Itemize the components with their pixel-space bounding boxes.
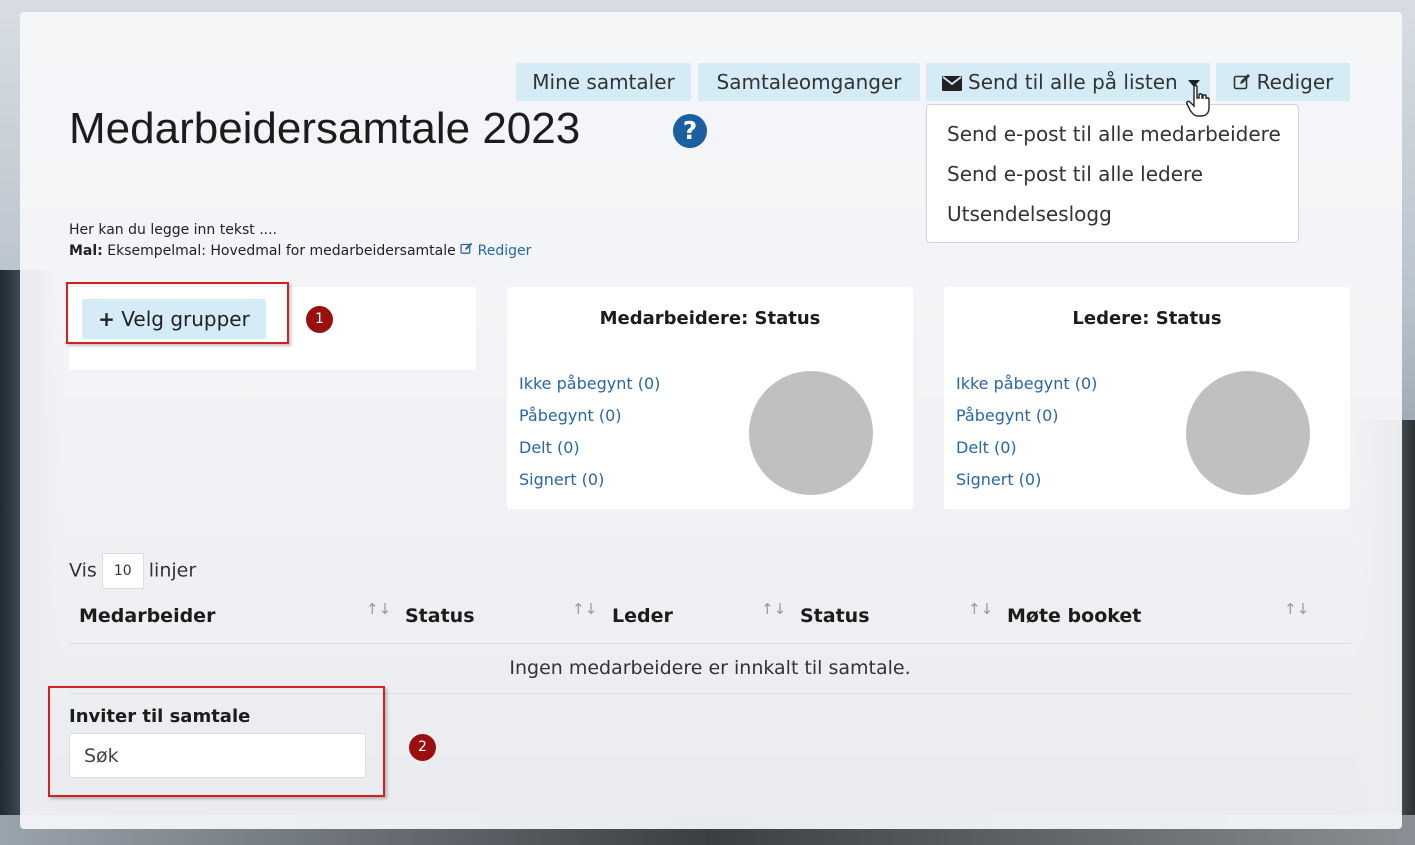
rediger-button[interactable]: Rediger <box>1216 63 1350 101</box>
hand-cursor-icon <box>1186 84 1212 122</box>
table-empty-message: Ingen medarbeidere er innkalt til samtal… <box>509 657 911 679</box>
medarbeidere-pabegynt-link[interactable]: Påbegynt (0) <box>519 406 622 425</box>
ledere-delt-link[interactable]: Delt (0) <box>956 438 1017 457</box>
template-edit-label: Rediger <box>477 243 532 259</box>
medarbeidere-status-title: Medarbeidere: Status <box>599 308 821 329</box>
sort-icon[interactable]: ↑↓ <box>366 600 391 618</box>
send-dropdown-menu: Send e-post til alle medarbeidere Send e… <box>926 104 1299 243</box>
sort-icon[interactable]: ↑↓ <box>968 600 993 618</box>
highlight-box-2 <box>48 686 385 797</box>
highlight-box-1 <box>66 282 289 344</box>
template-label: Mal: <box>69 243 103 259</box>
template-line: Mal: Eksempelmal: Hovedmal for medarbeid… <box>69 242 531 259</box>
edit-icon <box>460 242 473 259</box>
ledere-status-title: Ledere: Status <box>1072 308 1222 329</box>
dropdown-item-email-ledere[interactable]: Send e-post til alle ledere <box>947 162 1203 186</box>
page-title: Medarbeidersamtale 2023 <box>69 104 581 153</box>
sort-icon[interactable]: ↑↓ <box>1284 600 1309 618</box>
medarbeidere-delt-link[interactable]: Delt (0) <box>519 438 580 457</box>
envelope-icon <box>942 65 962 103</box>
medarbeidere-ikke-pabegynt-link[interactable]: Ikke påbegynt (0) <box>519 374 660 393</box>
ledere-pie-chart <box>1186 371 1310 495</box>
table-header-divider <box>69 643 1351 644</box>
sort-icon[interactable]: ↑↓ <box>761 600 786 618</box>
step-marker-1: 1 <box>306 306 333 333</box>
column-header-medarbeider[interactable]: Medarbeider <box>79 605 215 627</box>
template-edit-link[interactable]: Rediger <box>460 242 532 259</box>
ledere-status-card: Ledere: Status Ikke påbegynt (0) Påbegyn… <box>944 287 1350 509</box>
send-til-alle-label: Send til alle på listen <box>968 70 1178 94</box>
ledere-ikke-pabegynt-link[interactable]: Ikke påbegynt (0) <box>956 374 1097 393</box>
dropdown-item-email-medarbeidere[interactable]: Send e-post til alle medarbeidere <box>947 122 1281 146</box>
page-length-suffix: linjer <box>148 559 197 582</box>
column-header-status-medarbeider[interactable]: Status <box>405 605 475 627</box>
page-length-prefix: Vis <box>69 559 97 582</box>
medarbeidere-status-card: Medarbeidere: Status Ikke påbegynt (0) P… <box>507 287 913 509</box>
column-header-leder[interactable]: Leder <box>612 605 673 627</box>
send-til-alle-button[interactable]: Send til alle på listen <box>926 63 1210 101</box>
mine-samtaler-button[interactable]: Mine samtaler <box>516 63 691 101</box>
ledere-pabegynt-link[interactable]: Påbegynt (0) <box>956 406 1059 425</box>
rediger-label: Rediger <box>1256 70 1334 94</box>
dropdown-item-utsendelseslogg[interactable]: Utsendelseslogg <box>947 202 1112 226</box>
medarbeidere-pie-chart <box>749 371 873 495</box>
mine-samtaler-label: Mine samtaler <box>532 70 675 94</box>
template-value: Eksempelmal: Hovedmal for medarbeidersam… <box>107 243 456 259</box>
sort-icon[interactable]: ↑↓ <box>572 600 597 618</box>
description-text: Her kan du legge inn tekst .... <box>69 222 277 238</box>
step-marker-2: 2 <box>409 734 436 761</box>
samtaleomganger-label: Samtaleomganger <box>716 70 902 94</box>
page-length-control: Vis 10 linjer <box>69 553 196 589</box>
samtaleomganger-button[interactable]: Samtaleomganger <box>698 63 920 101</box>
page-length-select[interactable]: 10 <box>101 553 144 589</box>
medarbeidere-signert-link[interactable]: Signert (0) <box>519 470 604 489</box>
help-icon[interactable]: ? <box>673 114 707 148</box>
column-header-mote-booket[interactable]: Møte booket <box>1007 605 1141 627</box>
edit-icon <box>1233 65 1251 103</box>
ledere-signert-link[interactable]: Signert (0) <box>956 470 1041 489</box>
column-header-status-leder[interactable]: Status <box>800 605 870 627</box>
